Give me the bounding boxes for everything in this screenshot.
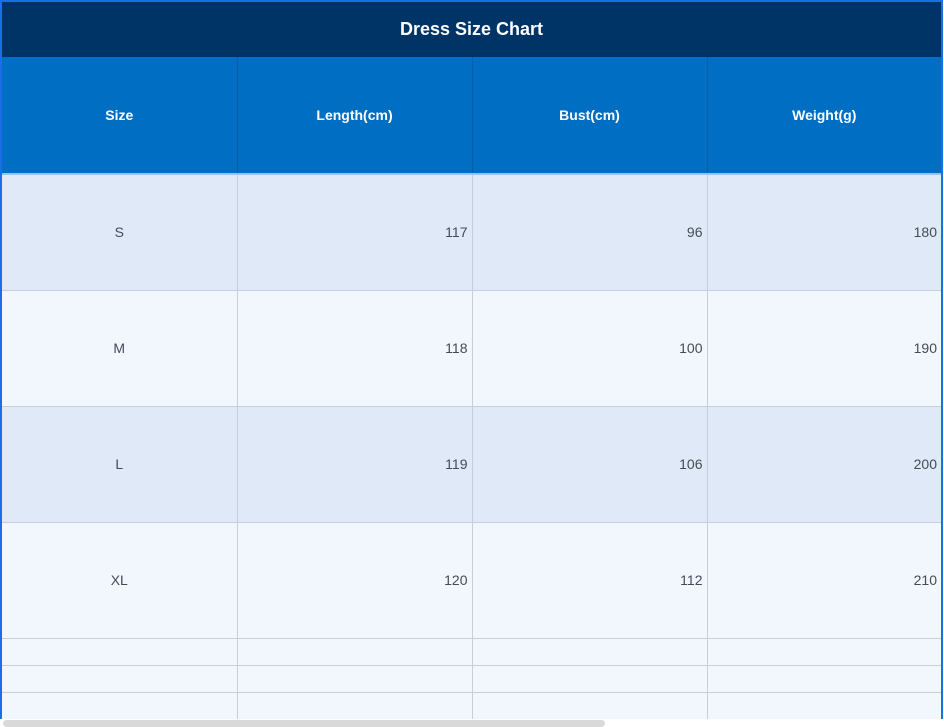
length-cell: 117 [237,174,473,291]
empty-row [2,638,941,666]
empty-cell [237,638,473,666]
size-table: Size Length(cm) Bust(cm) Weight(g) S 117… [2,57,941,719]
empty-cell [2,692,238,719]
size-cell: XL [2,522,238,639]
empty-cell [707,638,941,666]
table-row: XL 120 112 210 [2,522,941,639]
bust-cell: 112 [472,522,708,639]
table-row: M 118 100 190 [2,290,941,407]
empty-cell [237,665,473,693]
weight-cell: 180 [707,174,941,291]
chart-title: Dress Size Chart [2,2,941,57]
weight-cell: 210 [707,522,941,639]
size-cell: L [2,406,238,523]
empty-cell [2,665,238,693]
weight-cell: 190 [707,290,941,407]
empty-cell [2,638,238,666]
weight-cell: 200 [707,406,941,523]
empty-row [2,665,941,693]
column-header-size: Size [2,57,238,175]
length-cell: 119 [237,406,473,523]
header-row: Size Length(cm) Bust(cm) Weight(g) [2,57,941,175]
empty-cell [472,638,708,666]
column-header-weight: Weight(g) [707,57,941,175]
empty-cell [472,665,708,693]
length-cell: 118 [237,290,473,407]
empty-row [2,692,941,719]
bust-cell: 106 [472,406,708,523]
size-chart-frame: Dress Size Chart Size Length(cm) Bust(cm… [0,0,943,719]
empty-cell [707,692,941,719]
empty-cell [707,665,941,693]
bust-cell: 96 [472,174,708,291]
table-row: L 119 106 200 [2,406,941,523]
column-header-length: Length(cm) [237,57,473,175]
table-row: S 117 96 180 [2,174,941,291]
column-header-bust: Bust(cm) [472,57,708,175]
empty-cell [237,692,473,719]
bust-cell: 100 [472,290,708,407]
empty-cell [472,692,708,719]
horizontal-scrollbar[interactable] [3,720,605,727]
length-cell: 120 [237,522,473,639]
size-cell: S [2,174,238,291]
size-cell: M [2,290,238,407]
